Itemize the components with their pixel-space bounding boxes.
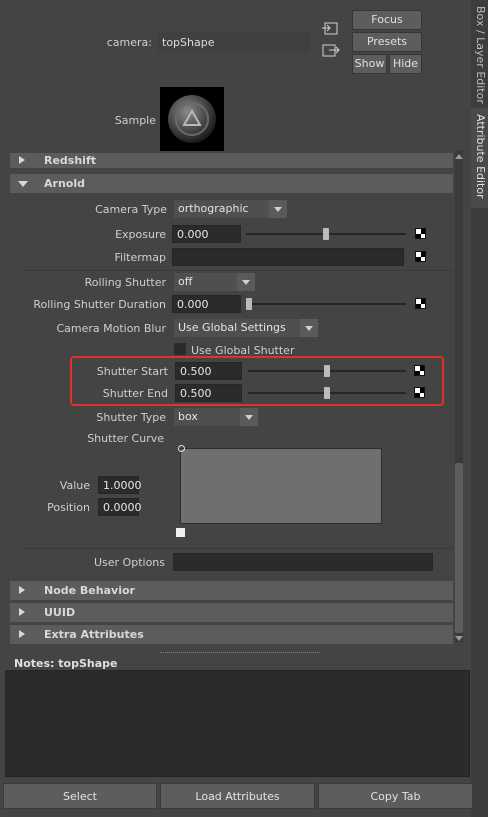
shutter-type-label: Shutter Type bbox=[96, 411, 166, 424]
rolling-shutter-duration-field[interactable]: 0.000 bbox=[172, 295, 241, 313]
scroll-down-arrow[interactable] bbox=[455, 636, 463, 641]
map-button-icon[interactable] bbox=[415, 228, 426, 239]
arnold-shader-ball-icon bbox=[168, 95, 216, 143]
rolling-shutter-label: Rolling Shutter bbox=[84, 276, 166, 289]
sample-swatch bbox=[160, 87, 224, 151]
focus-button[interactable]: Focus bbox=[352, 10, 422, 30]
divider bbox=[24, 270, 454, 271]
show-button[interactable]: Show bbox=[352, 54, 387, 74]
map-button-icon[interactable] bbox=[415, 251, 426, 262]
copy-tab-button[interactable]: Copy Tab bbox=[318, 783, 473, 809]
user-options-field[interactable] bbox=[173, 553, 433, 571]
filtermap-label: Filtermap bbox=[114, 251, 167, 264]
filtermap-field[interactable] bbox=[172, 248, 404, 266]
divider bbox=[24, 548, 454, 549]
camera-type-label: Camera Type bbox=[95, 203, 167, 216]
chevron-down-icon bbox=[269, 200, 287, 218]
scroll-up-arrow[interactable] bbox=[455, 154, 463, 159]
rolling-shutter-duration-label: Rolling Shutter Duration bbox=[33, 298, 166, 311]
tab-box-layer-editor[interactable]: Box / Layer Editor bbox=[474, 6, 487, 106]
section-arnold[interactable]: Arnold bbox=[10, 174, 453, 193]
select-button[interactable]: Select bbox=[3, 783, 157, 809]
camera-motion-blur-dropdown[interactable]: Use Global Settings bbox=[174, 319, 318, 337]
rolling-shutter-duration-slider-thumb[interactable] bbox=[246, 298, 252, 310]
position-field[interactable]: 0.0000 bbox=[98, 498, 142, 516]
output-connection-icon[interactable] bbox=[322, 44, 340, 58]
section-redshift[interactable]: Redshift bbox=[10, 153, 453, 168]
exposure-label: Exposure bbox=[115, 228, 166, 241]
section-extra-attributes[interactable]: Extra Attributes bbox=[10, 625, 453, 644]
chevron-down-icon bbox=[240, 408, 258, 426]
input-connection-icon[interactable] bbox=[322, 22, 340, 36]
section-node-behavior[interactable]: Node Behavior bbox=[10, 581, 453, 600]
notes-textarea[interactable] bbox=[5, 670, 470, 777]
sample-label: Sample bbox=[114, 114, 156, 127]
collapsed-arrow-icon bbox=[19, 608, 25, 616]
highlight-box bbox=[70, 356, 444, 406]
value-label: Value bbox=[59, 479, 90, 492]
expanded-arrow-icon bbox=[18, 181, 28, 187]
shutter-curve-label: Shutter Curve bbox=[87, 432, 164, 445]
collapsed-arrow-icon bbox=[19, 630, 25, 638]
exposure-slider-thumb[interactable] bbox=[323, 228, 329, 240]
presets-button[interactable]: Presets bbox=[352, 32, 422, 52]
vertical-scrollbar-thumb[interactable] bbox=[455, 463, 463, 633]
splitter-handle[interactable] bbox=[160, 652, 320, 653]
collapsed-arrow-icon bbox=[19, 586, 25, 594]
chevron-down-icon bbox=[237, 273, 255, 291]
map-button-icon[interactable] bbox=[415, 298, 426, 309]
curve-point-handle[interactable] bbox=[176, 528, 185, 537]
rolling-shutter-duration-slider-track[interactable] bbox=[246, 303, 406, 305]
position-label: Position bbox=[47, 501, 90, 514]
chevron-down-icon bbox=[300, 319, 318, 337]
user-options-label: User Options bbox=[93, 556, 165, 569]
hide-button[interactable]: Hide bbox=[389, 54, 422, 74]
shutter-type-dropdown[interactable]: box bbox=[174, 408, 258, 426]
notes-label: Notes: topShape bbox=[14, 657, 118, 670]
section-uuid[interactable]: UUID bbox=[10, 603, 453, 622]
camera-type-dropdown[interactable]: orthographic bbox=[174, 200, 287, 218]
exposure-field[interactable]: 0.000 bbox=[172, 225, 241, 243]
rolling-shutter-dropdown[interactable]: off bbox=[174, 273, 255, 291]
camera-motion-blur-label: Camera Motion Blur bbox=[56, 322, 166, 335]
value-field[interactable]: 1.0000 bbox=[98, 476, 142, 494]
collapsed-arrow-icon bbox=[19, 156, 25, 164]
load-attributes-button[interactable]: Load Attributes bbox=[160, 783, 315, 809]
camera-name-value: topShape bbox=[162, 36, 215, 49]
use-global-shutter-checkbox[interactable] bbox=[174, 343, 186, 355]
tab-attribute-editor[interactable]: Attribute Editor bbox=[474, 114, 487, 204]
camera-label: camera: bbox=[106, 36, 152, 49]
shutter-curve-graph[interactable] bbox=[180, 448, 382, 524]
curve-point-start[interactable] bbox=[178, 445, 185, 452]
